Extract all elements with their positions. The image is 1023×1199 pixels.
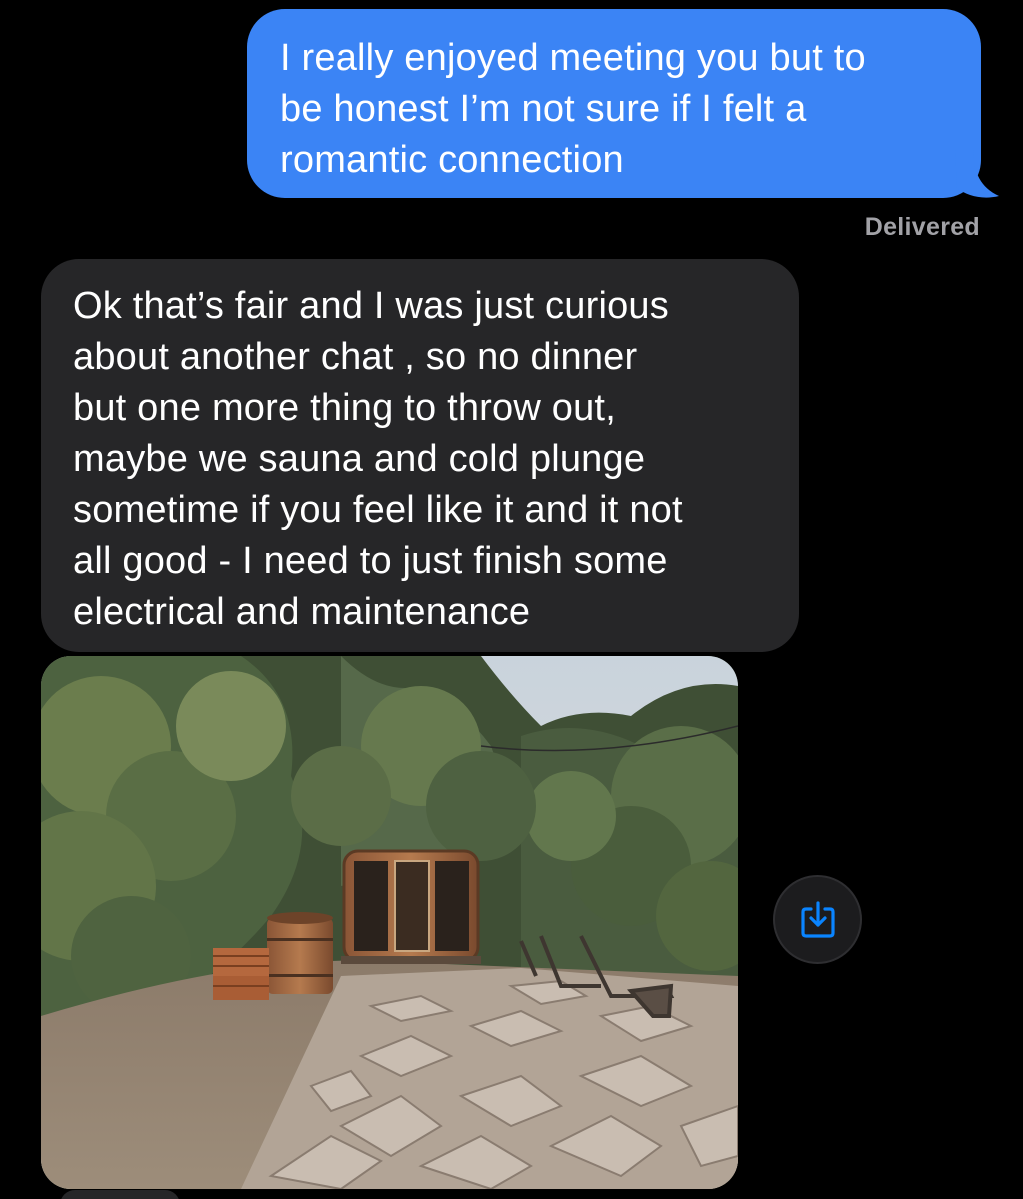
imessage-conversation: I really enjoyed meeting you but to be h…: [0, 0, 1023, 1199]
incoming-photo-attachment[interactable]: [41, 656, 738, 1189]
delivery-status: Delivered: [864, 213, 980, 241]
outgoing-bubble-tail: [955, 150, 999, 198]
photo-sauna-backyard: [41, 656, 738, 1189]
save-download-icon: [800, 900, 835, 938]
outgoing-message-bubble[interactable]: I really enjoyed meeting you but to be h…: [247, 9, 981, 198]
next-message-bubble-edge: [60, 1190, 180, 1199]
save-photo-button[interactable]: [773, 875, 862, 964]
incoming-message-bubble[interactable]: Ok that’s fair and I was just curious ab…: [41, 259, 799, 652]
